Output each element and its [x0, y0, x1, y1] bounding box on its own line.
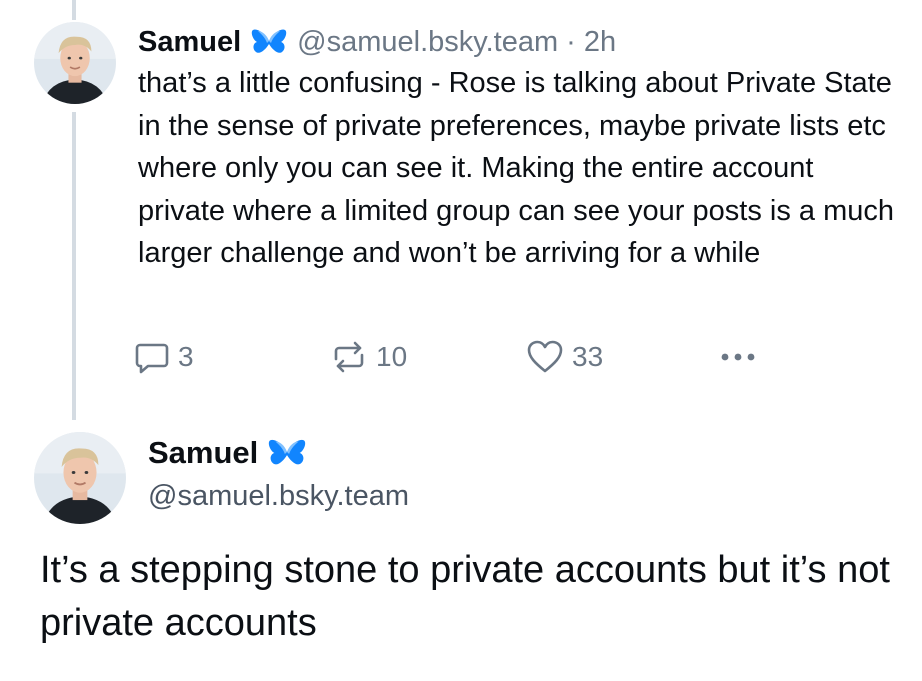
reply-bubble-icon: [134, 339, 170, 375]
butterfly-verified-icon: [268, 437, 306, 469]
repost-button[interactable]: 10: [330, 336, 407, 378]
repost-count: 10: [376, 341, 408, 372]
focused-post-author: Samuel @samuel.bsky.team: [148, 430, 409, 513]
repost-icon: [330, 339, 368, 375]
more-options-button[interactable]: [718, 336, 758, 378]
post-header: Samuel @samuel.bsky.team · 2h: [138, 20, 616, 64]
avatar[interactable]: [34, 22, 116, 104]
heart-icon: [526, 339, 564, 375]
more-dots-icon: [718, 339, 758, 375]
reply-count: 3: [178, 341, 194, 372]
author-display-name[interactable]: Samuel: [148, 435, 258, 471]
post-timestamp[interactable]: 2h: [584, 26, 616, 59]
like-button[interactable]: 33: [526, 336, 603, 378]
thread-line: [72, 112, 76, 420]
like-count: 33: [572, 341, 604, 372]
author-display-name[interactable]: Samuel: [138, 26, 241, 59]
post-actions: 3 10 33: [134, 336, 774, 378]
author-handle[interactable]: @samuel.bsky.team: [148, 480, 409, 513]
thread-line-top: [72, 0, 76, 20]
butterfly-verified-icon: [251, 27, 287, 57]
reply-button[interactable]: 3: [134, 336, 194, 378]
post-text: that’s a little confusing - Rose is talk…: [138, 67, 894, 269]
author-name-row: Samuel: [148, 430, 409, 476]
header-separator: ·: [566, 25, 576, 58]
author-handle[interactable]: @samuel.bsky.team: [297, 26, 558, 59]
focused-post-text: It’s a stepping stone to private account…: [40, 549, 890, 644]
avatar[interactable]: [34, 432, 126, 524]
